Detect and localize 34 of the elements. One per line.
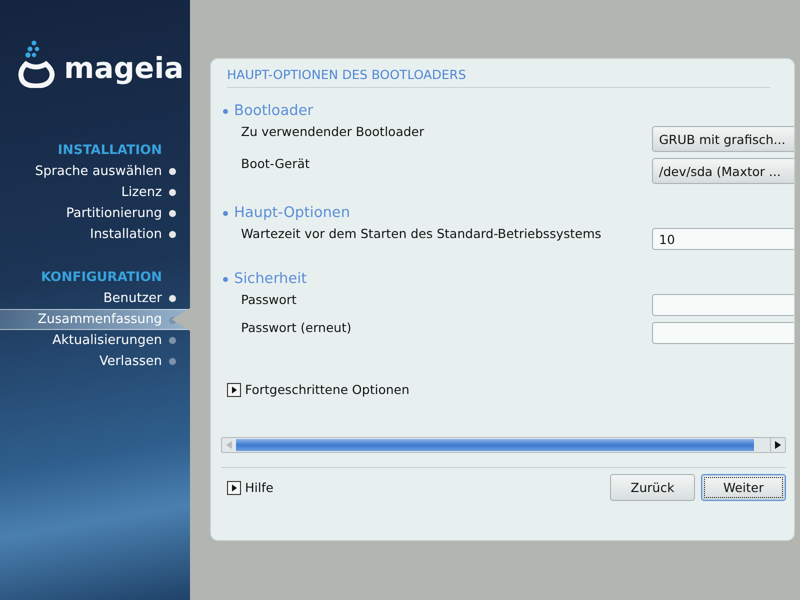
password-field[interactable] — [652, 322, 794, 344]
help-expander[interactable]: Hilfe — [227, 480, 604, 495]
field-label: Boot-Gerät — [241, 155, 310, 173]
password-field[interactable] — [652, 294, 794, 316]
section-heading: Haupt-Optionen — [234, 204, 350, 222]
sidebar-item: Benutzer — [0, 288, 190, 309]
field-label: Wartezeit vor dem Starten des Standard-Betriebssystems — [241, 225, 602, 243]
nav-button[interactable]: Weiter — [701, 474, 786, 501]
bullet-icon — [223, 276, 228, 282]
field-label: Passwort (erneut) — [241, 319, 352, 337]
dropdown[interactable]: /dev/sda (Maxtor ... — [652, 158, 794, 184]
expander[interactable]: Fortgeschrittene Optionen — [227, 382, 794, 397]
sidebar-item: Verlassen — [0, 351, 190, 372]
bullet-icon — [223, 108, 228, 114]
sidebar-item: Aktualisierungen — [0, 330, 190, 351]
section-heading: Bootloader — [234, 102, 314, 120]
sidebar-heading: KONFIGURATION — [40, 269, 162, 287]
logo-text: mageia — [64, 50, 184, 87]
sidebar-item: Sprache auswählen — [0, 161, 190, 182]
sidebar-heading: INSTALLATION — [58, 142, 162, 160]
field-label: Zu verwendender Bootloader — [241, 123, 424, 141]
field-label: Passwort — [241, 291, 297, 309]
scroll-bar[interactable] — [221, 437, 786, 453]
bullet-icon — [223, 210, 228, 216]
input-field[interactable]: 10 — [652, 228, 794, 250]
sidebar-item: Installation — [0, 224, 190, 245]
panel-title: HAUPT-OPTIONEN DES BOOTLOADERS — [227, 67, 770, 88]
section-heading: Sicherheit — [234, 270, 307, 288]
dropdown[interactable]: GRUB mit grafisch... — [652, 126, 794, 152]
nav-button[interactable]: Zurück — [610, 474, 695, 501]
sidebar-item: Lizenz — [0, 182, 190, 203]
sidebar-item: Zusammenfassung — [0, 309, 190, 330]
sidebar-item: Partitionierung — [0, 203, 190, 224]
pointer-icon — [172, 308, 190, 331]
